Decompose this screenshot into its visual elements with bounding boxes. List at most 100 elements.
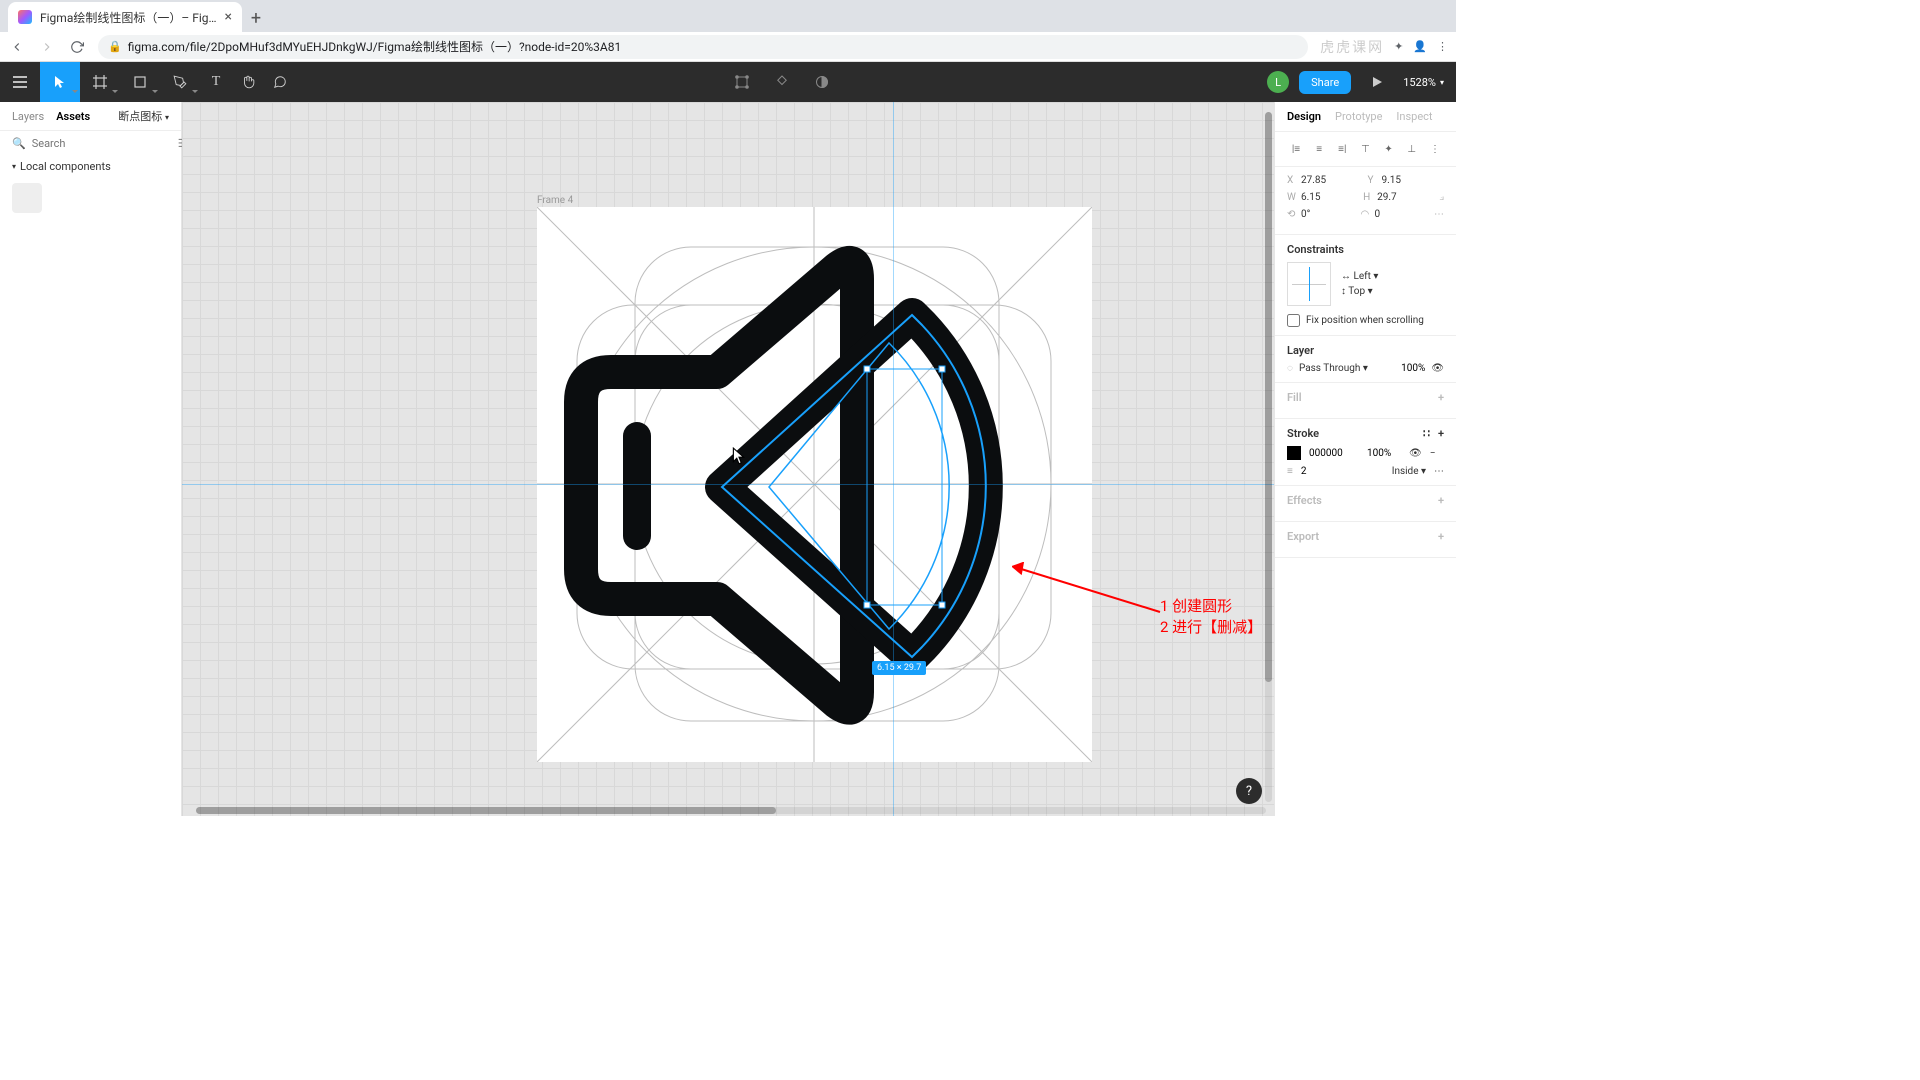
frame-label[interactable]: Frame 4 xyxy=(537,195,573,206)
mask-icon[interactable] xyxy=(806,62,838,102)
frame-tool[interactable] xyxy=(80,62,120,102)
search-icon: 🔍 xyxy=(12,137,26,150)
present-button[interactable] xyxy=(1361,62,1393,102)
browser-tab-strip: Figma绘制线性图标（一）– Fig… × + xyxy=(0,0,1456,32)
extensions-icon[interactable]: ✦ xyxy=(1394,40,1403,53)
page-selector[interactable]: 断点图标 ▾ xyxy=(118,108,169,124)
annotation-text: 1 创建圆形 2 进行【删减】 xyxy=(1160,596,1262,638)
export-title: Export xyxy=(1287,530,1319,543)
browser-tab[interactable]: Figma绘制线性图标（一）– Fig… × xyxy=(8,2,242,32)
address-bar[interactable]: 🔒 figma.com/file/2DpoMHuf3dMYuEHJDnkgWJ/… xyxy=(98,35,1308,59)
share-button[interactable]: Share xyxy=(1299,71,1351,94)
stroke-align-select[interactable]: Inside ▾ xyxy=(1392,466,1426,477)
stroke-weight-input[interactable] xyxy=(1301,466,1325,477)
reload-button[interactable] xyxy=(68,38,86,56)
stroke-title: Stroke xyxy=(1287,427,1319,440)
effects-title: Effects xyxy=(1287,494,1322,507)
fix-position-checkbox[interactable] xyxy=(1287,314,1300,327)
canvas[interactable]: Frame 4 xyxy=(182,102,1274,816)
distribute-icon[interactable]: ⋮ xyxy=(1426,140,1444,158)
blend-mode-select[interactable]: Pass Through ▾ xyxy=(1299,363,1368,374)
align-right-icon[interactable]: ≡| xyxy=(1333,140,1351,158)
add-effect-icon[interactable]: + xyxy=(1438,494,1444,507)
guide-vertical xyxy=(893,102,894,816)
layer-title: Layer xyxy=(1287,344,1314,357)
fix-position-label: Fix position when scrolling xyxy=(1306,315,1424,326)
main-menu-button[interactable] xyxy=(0,62,40,102)
profile-icon[interactable]: 👤 xyxy=(1413,40,1427,53)
align-top-icon[interactable]: ⊤ xyxy=(1356,140,1374,158)
w-input[interactable] xyxy=(1301,192,1345,203)
stroke-advanced-icon[interactable]: ⋯ xyxy=(1434,466,1444,477)
create-component-icon[interactable] xyxy=(766,62,798,102)
zoom-level[interactable]: 1528%▾ xyxy=(1403,76,1444,89)
fill-title: Fill xyxy=(1287,391,1302,404)
add-fill-icon[interactable]: + xyxy=(1438,391,1444,404)
horizontal-scrollbar[interactable] xyxy=(196,807,1266,814)
browser-menu-icon[interactable]: ⋮ xyxy=(1437,40,1448,53)
visibility-icon[interactable]: 👁 xyxy=(1431,363,1444,374)
align-hcenter-icon[interactable]: ≡ xyxy=(1310,140,1328,158)
asset-search-input[interactable] xyxy=(32,137,172,150)
lock-icon: 🔒 xyxy=(108,40,122,53)
assets-tab[interactable]: Assets xyxy=(56,110,90,123)
prototype-tab[interactable]: Prototype xyxy=(1335,110,1382,123)
figma-favicon-icon xyxy=(18,10,32,24)
layers-tab[interactable]: Layers xyxy=(12,110,44,123)
hand-tool[interactable] xyxy=(232,62,264,102)
pen-tool[interactable] xyxy=(160,62,200,102)
add-stroke-icon[interactable]: + xyxy=(1438,427,1444,440)
stroke-style-icon[interactable]: ∷ xyxy=(1423,427,1430,440)
radius-input[interactable] xyxy=(1375,209,1419,220)
mouse-cursor-icon xyxy=(732,447,746,465)
help-button[interactable]: ? xyxy=(1236,778,1262,804)
more-options-icon[interactable]: ⋯ xyxy=(1434,209,1444,220)
layer-opacity-input[interactable] xyxy=(1389,363,1425,374)
right-panel: Design Prototype Inspect |≡ ≡ ≡| ⊤ ✦ ⊥ ⋮… xyxy=(1274,102,1456,816)
constraint-h-select[interactable]: ↔ Left ▾ xyxy=(1341,271,1378,282)
left-panel: Layers Assets 断点图标 ▾ 🔍 ☰ ▭ ▾Local compon… xyxy=(0,102,182,816)
move-tool[interactable] xyxy=(40,62,80,102)
watermark: 虎虎课网 xyxy=(1320,37,1384,57)
annotation-arrow-icon xyxy=(1012,562,1162,622)
constraints-title: Constraints xyxy=(1287,243,1344,256)
new-tab-button[interactable]: + xyxy=(242,4,270,32)
shape-tool[interactable] xyxy=(120,62,160,102)
remove-stroke-icon[interactable]: − xyxy=(1430,448,1436,459)
stroke-opacity-input[interactable] xyxy=(1367,448,1401,459)
browser-toolbar: 🔒 figma.com/file/2DpoMHuf3dMYuEHJDnkgWJ/… xyxy=(0,32,1456,62)
component-controls-icon[interactable] xyxy=(726,62,758,102)
guide-horizontal xyxy=(182,484,1274,485)
x-input[interactable] xyxy=(1301,175,1345,186)
url-text: figma.com/file/2DpoMHuf3dMYuEHJDnkgWJ/Fi… xyxy=(128,38,622,55)
y-input[interactable] xyxy=(1382,175,1426,186)
local-components-header[interactable]: ▾Local components xyxy=(0,156,181,177)
figma-toolbar: T L Share 1528%▾ xyxy=(0,62,1456,102)
vertical-scrollbar[interactable] xyxy=(1265,112,1272,802)
text-tool[interactable]: T xyxy=(200,62,232,102)
component-thumbnail[interactable] xyxy=(12,183,42,213)
stroke-visibility-icon[interactable]: 👁 xyxy=(1409,448,1422,459)
back-button[interactable] xyxy=(8,38,26,56)
link-dimensions-icon[interactable]: ⟓ xyxy=(1439,192,1444,203)
blend-mode-icon: ◌ xyxy=(1287,363,1293,374)
selection-size-label: 6.15 × 29.7 xyxy=(872,661,926,675)
stroke-color-input[interactable] xyxy=(1309,448,1359,459)
comment-tool[interactable] xyxy=(264,62,296,102)
rotation-input[interactable] xyxy=(1301,209,1345,220)
inspect-tab[interactable]: Inspect xyxy=(1396,110,1432,123)
add-export-icon[interactable]: + xyxy=(1438,530,1444,543)
constraints-widget[interactable] xyxy=(1287,262,1331,306)
h-input[interactable] xyxy=(1377,192,1421,203)
align-left-icon[interactable]: |≡ xyxy=(1287,140,1305,158)
tab-title: Figma绘制线性图标（一）– Fig… xyxy=(40,9,217,26)
design-tab[interactable]: Design xyxy=(1287,110,1321,123)
align-vcenter-icon[interactable]: ✦ xyxy=(1380,140,1398,158)
close-tab-icon[interactable]: × xyxy=(225,9,232,25)
stroke-color-chip[interactable] xyxy=(1287,446,1301,460)
user-avatar[interactable]: L xyxy=(1267,71,1289,93)
align-bottom-icon[interactable]: ⊥ xyxy=(1403,140,1421,158)
forward-button[interactable] xyxy=(38,38,56,56)
stroke-weight-icon: ≡ xyxy=(1287,466,1293,477)
constraint-v-select[interactable]: ↕ Top ▾ xyxy=(1341,286,1378,297)
